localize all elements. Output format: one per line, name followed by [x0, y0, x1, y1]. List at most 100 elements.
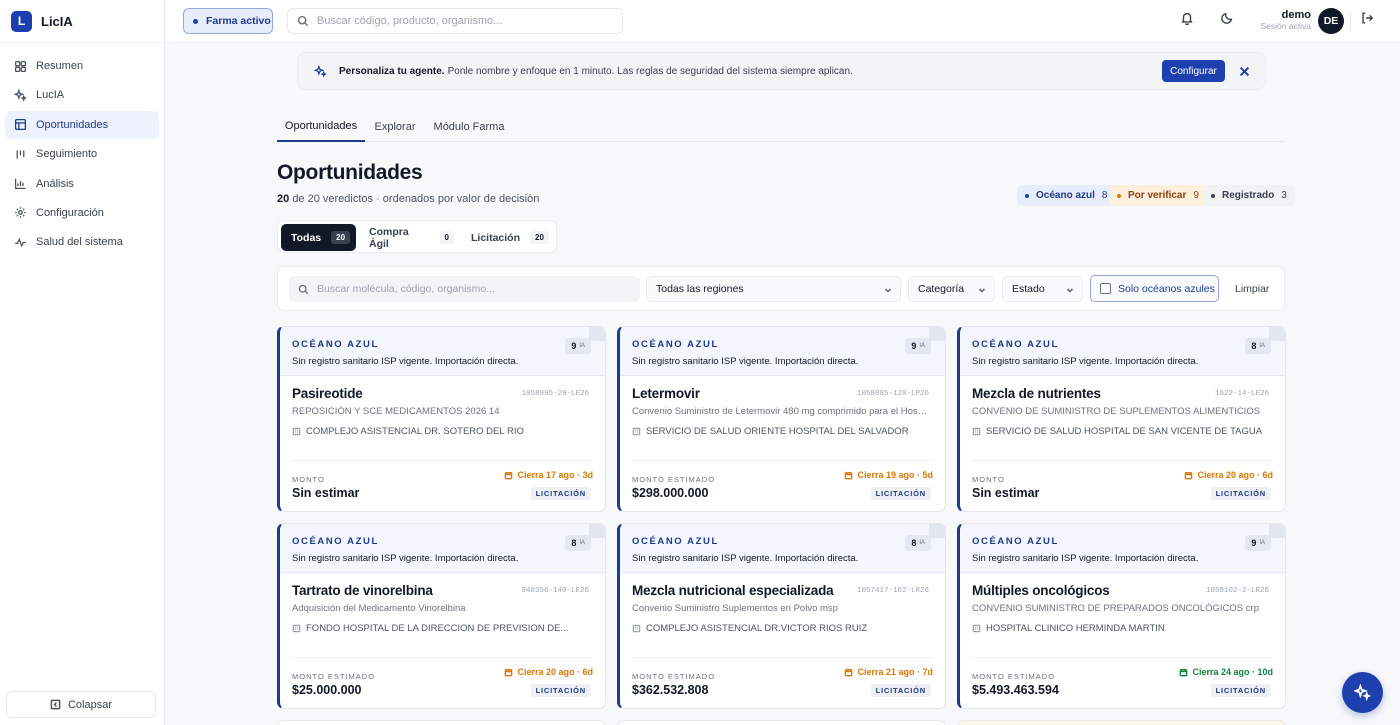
card-note: Sin registro sanitario ISP vigente. Impo… [292, 356, 519, 367]
ia-label: IA [919, 343, 925, 349]
collapse-icon [50, 699, 61, 710]
organization-name: COMPLEJO ASISTENCIAL DR. SOTERO DEL RIO [306, 426, 524, 437]
segment-todas[interactable]: Todas 20 [281, 224, 356, 251]
bell-icon[interactable] [1180, 11, 1194, 25]
sidebar-item-analisis[interactable]: Análisis [5, 170, 159, 198]
segment-licitacion[interactable]: Licitación 20 [461, 224, 551, 251]
filter-search-input[interactable]: Buscar molécula, código, organismo... [289, 276, 640, 302]
legend-label: Registrado [1222, 190, 1275, 201]
closing-date: Cierra 24 ago · 10d [1179, 667, 1273, 677]
table-icon [14, 119, 27, 131]
card-header: OCÉANO AZUL Sin registro sanitario ISP vi… [620, 327, 945, 376]
opportunity-card[interactable]: OCÉANO AZUL Sin registro sanitario ISP vi… [957, 523, 1286, 709]
card-header: OCÉANO AZUL Sin registro sanitario ISP vi… [280, 524, 605, 573]
segment-label: Compra Ágil [369, 225, 409, 250]
closing-date: Cierra 20 ago · 6d [504, 667, 593, 677]
amount-value: $362.532.808 [632, 683, 709, 697]
avatar[interactable]: DE [1318, 8, 1344, 34]
state-select[interactable]: Estado [1002, 276, 1083, 302]
closing-text: Cierra 19 ago · 5d [857, 470, 933, 480]
organization-name: COMPLEJO ASISTENCIAL DR.VICTOR RIOS RUIZ [646, 623, 868, 634]
legend-dot [1025, 193, 1029, 198]
card-tag: OCÉANO AZUL [632, 339, 719, 350]
tab-oportunidades[interactable]: Oportunidades [277, 112, 365, 142]
building-icon [292, 624, 301, 633]
close-icon[interactable] [1238, 65, 1251, 78]
tab-explorar[interactable]: Explorar [369, 112, 421, 142]
legend-count: 9 [1193, 190, 1199, 201]
opportunity-card[interactable]: OCÉANO AZUL Sin registro sanitario ISP vi… [617, 326, 946, 512]
module-pill[interactable]: Farma activo [183, 8, 273, 34]
columns-icon [16, 150, 25, 159]
card-header: OCÉANO AZUL Sin registro sanitario ISP vi… [960, 524, 1285, 573]
calendar-icon [845, 471, 853, 479]
card-corner [929, 524, 945, 538]
ia-score: 8 [911, 538, 917, 548]
ia-score-badge: 8 IA [565, 535, 591, 551]
amount-value: $25.000.000 [292, 683, 362, 697]
card-tag: OCÉANO AZUL [632, 536, 719, 547]
blue-only-checkbox[interactable]: Solo océanos azules [1090, 275, 1219, 302]
brand[interactable]: L LicIA [0, 0, 164, 43]
sidebar-item-label: Resumen [36, 60, 84, 72]
building-icon [972, 427, 981, 436]
card-note: Sin registro sanitario ISP vigente. Impo… [632, 553, 859, 564]
amount-label: MONTO ESTIMADO [632, 475, 716, 484]
divider [972, 657, 1273, 658]
region-select[interactable]: Todas las regiones [646, 276, 901, 302]
sidebar-item-label: Análisis [36, 177, 74, 190]
legend-registrado[interactable]: Registrado 3 [1203, 185, 1295, 206]
banner-title: Personaliza tu agente. [339, 65, 445, 77]
sidebar-item-seguimiento[interactable]: Seguimiento [5, 140, 159, 168]
sparkle-icon [314, 64, 327, 78]
sidebar-item-lucia[interactable]: LucIA [5, 81, 159, 109]
tab-modulo-farma[interactable]: Módulo Farma [430, 112, 508, 142]
legend-oceano-azul[interactable]: Océano azul 8 [1017, 185, 1116, 206]
page-subtitle: 20 de 20 veredictos · ordenados por valo… [277, 193, 539, 205]
sidebar-item-salud[interactable]: Salud del sistema [5, 228, 159, 256]
configure-button[interactable]: Configurar [1162, 60, 1225, 82]
ia-score-badge: 8 IA [905, 535, 931, 551]
clear-filters-button[interactable]: Limpiar [1235, 283, 1269, 295]
tender-type-badge: LICITACIÓN [870, 684, 931, 697]
building-icon [632, 624, 641, 633]
ia-score: 9 [571, 341, 577, 351]
tender-description: Convenio Suministro Suplementos en Polvo… [632, 603, 838, 614]
collapse-button[interactable]: Colapsar [6, 691, 156, 718]
grid-icon [14, 60, 27, 72]
global-search-input[interactable]: Buscar código, producto, organismo... [287, 8, 623, 34]
sidebar-item-resumen[interactable]: Resumen [5, 52, 159, 80]
product-name: Mezcla de nutrientes [972, 386, 1101, 401]
amount-label: MONTO ESTIMADO [292, 672, 376, 681]
card-partial [277, 720, 606, 725]
sidebar-item-configuracion[interactable]: Configuración [5, 199, 159, 227]
legend-count: 3 [1281, 190, 1287, 201]
ia-label: IA [579, 540, 585, 546]
opportunity-card[interactable]: OCÉANO AZUL Sin registro sanitario ISP vi… [957, 326, 1286, 512]
card-tag: OCÉANO AZUL [292, 536, 379, 547]
page-title: Oportunidades [277, 161, 423, 184]
tender-type-badge: LICITACIÓN [1210, 487, 1271, 500]
legend-por-verificar[interactable]: Por verificar 9 [1109, 185, 1207, 206]
search-icon [298, 284, 309, 294]
card-header: OCÉANO AZUL Sin registro sanitario ISP vi… [620, 524, 945, 573]
ia-label: IA [1259, 343, 1265, 349]
closing-date: Cierra 21 ago · 7d [844, 667, 933, 677]
assistant-fab[interactable] [1342, 672, 1383, 713]
card-tag: OCÉANO AZUL [972, 339, 1059, 350]
calendar-icon [505, 668, 513, 676]
sidebar: L LicIA Resumen LucIA Oportunidades Segu… [0, 0, 165, 725]
filters-bar: Buscar molécula, código, organismo... To… [277, 266, 1285, 311]
calendar-icon [505, 471, 513, 479]
opportunity-card[interactable]: OCÉANO AZUL Sin registro sanitario ISP vi… [277, 326, 606, 512]
tender-code: 1058102-2-LR26 [1205, 587, 1269, 595]
tender-description: CONVENIO DE SUMINISTRO DE SUPLEMENTOS AL… [972, 406, 1261, 417]
sidebar-item-oportunidades[interactable]: Oportunidades [5, 110, 159, 139]
logout-icon[interactable] [1360, 11, 1374, 25]
opportunity-card[interactable]: OCÉANO AZUL Sin registro sanitario ISP vi… [277, 523, 606, 709]
moon-icon[interactable] [1220, 11, 1234, 25]
category-select[interactable]: Categoría [908, 276, 995, 302]
opportunity-card[interactable]: OCÉANO AZUL Sin registro sanitario ISP vi… [617, 523, 946, 709]
closing-text: Cierra 24 ago · 10d [1192, 667, 1273, 677]
segment-compra-agil[interactable]: Compra Ágil 0 [359, 224, 454, 251]
